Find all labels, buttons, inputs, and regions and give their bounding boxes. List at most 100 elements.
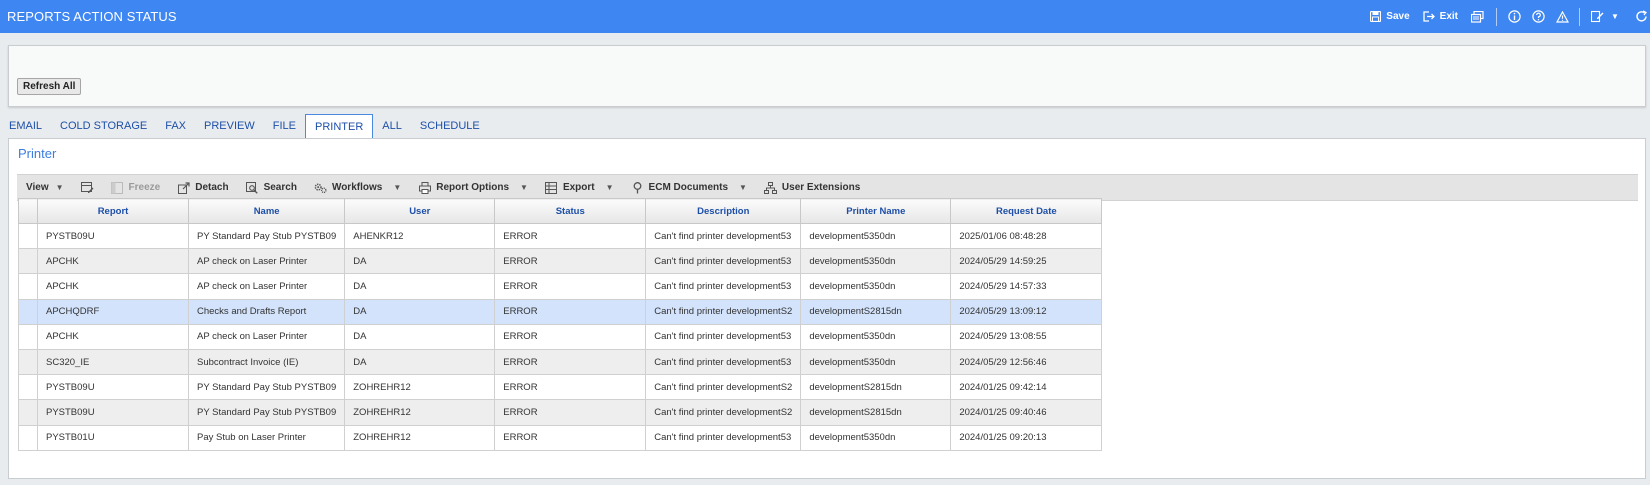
table-row[interactable]: SC320_IE Subcontract Invoice (IE) DA ERROR C…	[18, 348, 1103, 376]
windows-icon[interactable]	[1470, 10, 1484, 24]
cell-printer-name[interactable]: developmentS2815dn	[800, 399, 952, 426]
row-selector-header[interactable]	[18, 198, 38, 224]
cell-request-date[interactable]: 2024/01/25 09:20:13	[950, 424, 1103, 451]
table-row[interactable]: PYSTB09U PY Standard Pay Stub PYSTB09 ZOHR…	[18, 374, 1103, 401]
cell-user[interactable]: AHENKR12	[344, 222, 496, 250]
tab-file[interactable]: FILE	[264, 114, 305, 138]
cell-name[interactable]: AP check on Laser Printer	[187, 323, 346, 350]
cell-report[interactable]: APCHQDRF	[37, 298, 189, 325]
cell-description[interactable]: Can't find printer developmentS2	[645, 298, 802, 325]
info-icon[interactable]	[1507, 10, 1521, 24]
column-header-printer-name[interactable]: Printer Name	[800, 198, 952, 224]
cell-request-date[interactable]: 2024/05/29 13:08:55	[950, 323, 1103, 350]
cell-report[interactable]: PYSTB09U	[37, 222, 189, 250]
cell-description[interactable]: Can't find printer development53	[645, 323, 802, 350]
cell-name[interactable]: PY Standard Pay Stub PYSTB09	[187, 222, 346, 250]
cell-user[interactable]: ZOHREHR12	[344, 424, 496, 451]
export-menu[interactable]: Export ▼	[545, 181, 614, 194]
warning-icon[interactable]	[1555, 10, 1569, 24]
cell-user[interactable]: DA	[344, 298, 496, 325]
cell-request-date[interactable]: 2025/01/06 08:48:28	[950, 222, 1103, 250]
user-extensions-button[interactable]: User Extensions	[763, 181, 860, 194]
cell-request-date[interactable]: 2024/05/29 13:09:12	[950, 298, 1103, 325]
tab-schedule[interactable]: SCHEDULE	[411, 114, 489, 138]
search-button[interactable]: Search	[246, 181, 297, 194]
column-header-user[interactable]: User	[344, 198, 496, 224]
cell-printer-name[interactable]: developmentS2815dn	[800, 374, 952, 401]
cell-status[interactable]: ERROR	[494, 424, 647, 451]
cell-printer-name[interactable]: developmentS2815dn	[800, 298, 952, 325]
cell-status[interactable]: ERROR	[494, 298, 647, 325]
cell-report[interactable]: PYSTB09U	[37, 374, 189, 401]
cell-user[interactable]: DA	[344, 273, 496, 300]
cell-report[interactable]: APCHK	[37, 273, 189, 300]
row-selector[interactable]	[18, 222, 38, 250]
cell-request-date[interactable]: 2024/05/29 14:59:25	[950, 248, 1103, 275]
cell-name[interactable]: Pay Stub on Laser Printer	[187, 424, 346, 451]
cell-status[interactable]: ERROR	[494, 399, 647, 426]
row-selector[interactable]	[18, 374, 38, 401]
cell-printer-name[interactable]: development5350dn	[800, 248, 952, 275]
table-row[interactable]: APCHQDRF Checks and Drafts Report DA ERROR C…	[18, 298, 1103, 325]
row-selector[interactable]	[18, 323, 38, 350]
cell-printer-name[interactable]: development5350dn	[800, 424, 952, 451]
workflows-menu[interactable]: Workflows ▼	[314, 181, 401, 194]
tab-printer[interactable]: PRINTER	[305, 114, 374, 138]
cell-user[interactable]: DA	[344, 323, 496, 350]
refresh-all-button[interactable]: Refresh All	[17, 78, 82, 95]
ecm-documents-menu[interactable]: ECM Documents ▼	[631, 181, 747, 194]
table-row[interactable]: PYSTB01U Pay Stub on Laser Printer ZOHREHR…	[18, 424, 1103, 451]
cell-description[interactable]: Can't find printer development53	[645, 273, 802, 300]
chevron-down-icon[interactable]: ▼	[1608, 10, 1622, 24]
cell-description[interactable]: Can't find printer development53	[645, 248, 802, 275]
cell-name[interactable]: AP check on Laser Printer	[187, 273, 346, 300]
row-selector[interactable]	[18, 298, 38, 325]
cell-request-date[interactable]: 2024/05/29 14:57:33	[950, 273, 1103, 300]
cell-name[interactable]: PY Standard Pay Stub PYSTB09	[187, 374, 346, 401]
column-header-request-date[interactable]: Request Date	[950, 198, 1103, 224]
view-menu[interactable]: View ▼	[26, 182, 64, 193]
row-selector[interactable]	[18, 273, 38, 300]
row-selector[interactable]	[18, 424, 38, 451]
cell-request-date[interactable]: 2024/01/25 09:40:46	[950, 399, 1103, 426]
cell-name[interactable]: Checks and Drafts Report	[187, 298, 346, 325]
cell-status[interactable]: ERROR	[494, 273, 647, 300]
cell-report[interactable]: SC320_IE	[37, 348, 189, 376]
column-header-description[interactable]: Description	[645, 198, 802, 224]
tab-fax[interactable]: FAX	[156, 114, 195, 138]
cell-printer-name[interactable]: development5350dn	[800, 348, 952, 376]
cell-description[interactable]: Can't find printer development53	[645, 222, 802, 250]
cell-status[interactable]: ERROR	[494, 374, 647, 401]
cell-report[interactable]: APCHK	[37, 323, 189, 350]
cell-printer-name[interactable]: development5350dn	[800, 323, 952, 350]
cell-name[interactable]: PY Standard Pay Stub PYSTB09	[187, 399, 346, 426]
edit-columns-button[interactable]	[80, 181, 94, 194]
column-header-status[interactable]: Status	[494, 198, 647, 224]
cell-user[interactable]: ZOHREHR12	[344, 399, 496, 426]
cell-description[interactable]: Can't find printer development53	[645, 348, 802, 376]
tab-all[interactable]: ALL	[373, 114, 411, 138]
cell-report[interactable]: APCHK	[37, 248, 189, 275]
cell-request-date[interactable]: 2024/05/29 12:56:46	[950, 348, 1103, 376]
help-icon[interactable]	[1531, 10, 1545, 24]
cell-user[interactable]: DA	[344, 248, 496, 275]
cell-printer-name[interactable]: development5350dn	[800, 222, 952, 250]
cell-user[interactable]: ZOHREHR12	[344, 374, 496, 401]
cell-status[interactable]: ERROR	[494, 248, 647, 275]
column-header-name[interactable]: Name	[187, 198, 346, 224]
table-row[interactable]: PYSTB09U PY Standard Pay Stub PYSTB09 AHEN…	[18, 222, 1103, 250]
tab-email[interactable]: EMAIL	[0, 114, 51, 138]
refresh-icon[interactable]	[1634, 10, 1648, 24]
cell-status[interactable]: ERROR	[494, 323, 647, 350]
column-header-report[interactable]: Report	[37, 198, 189, 224]
save-button[interactable]: Save	[1368, 10, 1410, 24]
row-selector[interactable]	[18, 348, 38, 376]
table-row[interactable]: APCHK AP check on Laser Printer DA ERROR Can…	[18, 248, 1103, 275]
detach-button[interactable]: Detach	[177, 181, 229, 194]
cell-name[interactable]: AP check on Laser Printer	[187, 248, 346, 275]
exit-button[interactable]: Exit	[1422, 10, 1458, 24]
cell-description[interactable]: Can't find printer developmentS2	[645, 374, 802, 401]
row-selector[interactable]	[18, 399, 38, 426]
table-row[interactable]: PYSTB09U PY Standard Pay Stub PYSTB09 ZOHR…	[18, 399, 1103, 426]
cell-description[interactable]: Can't find printer development53	[645, 424, 802, 451]
